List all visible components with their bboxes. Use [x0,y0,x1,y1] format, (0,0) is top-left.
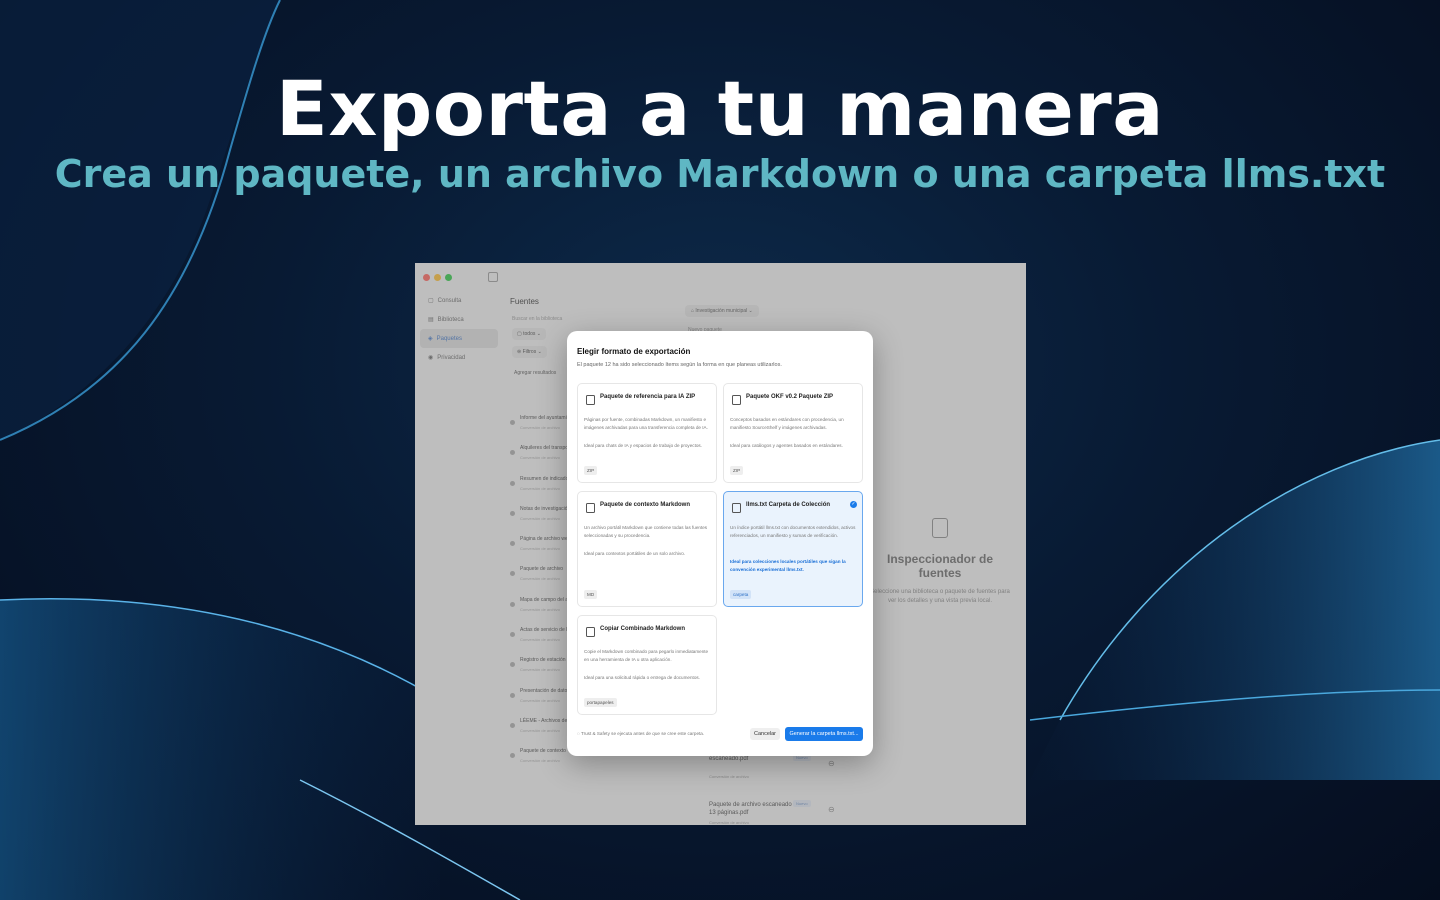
export-format-dialog: Elegir formato de exportación El paquete… [567,331,873,756]
generate-button[interactable]: Generar la carpeta llms.txt... [785,727,863,741]
document-icon [586,503,595,513]
folder-icon [732,503,741,513]
format-tag: ZIP [730,466,744,475]
option-ai-zip[interactable]: Paquete de referencia para IA ZIP Página… [577,383,717,483]
format-tag: carpeta [730,590,752,599]
shield-icon: ◌ [577,731,580,736]
package-icon [586,395,595,405]
cancel-button[interactable]: Cancelar [750,728,780,740]
option-copy-markdown[interactable]: Copiar Combinado Markdown Copie el Markd… [577,615,717,715]
dialog-subtitle: El paquete 12 ha sido seleccionado ítems… [577,362,782,368]
format-tag: MD [584,590,598,599]
checkmark-icon: ✓ [850,501,857,508]
option-markdown-context[interactable]: Paquete de contexto Markdown Un archivo … [577,491,717,607]
option-okf-zip[interactable]: Paquete OKF v0.2 Paquete ZIP Conceptos b… [723,383,863,483]
dialog-title: Elegir formato de exportación [577,347,691,356]
clipboard-icon [586,627,595,637]
option-llms-folder[interactable]: llms.txt Carpeta de Colección ✓ Un índic… [723,491,863,607]
trust-safety-note: ◌ Trust & Safety se ejecuta antes de que… [577,731,705,736]
format-tag: portapapeles [584,698,617,707]
format-tag: ZIP [584,466,598,475]
cube-icon [732,395,741,405]
hero-subtitle: Crea un paquete, un archivo Markdown o u… [54,152,1386,196]
hero-title: Exporta a tu manera [275,64,1165,153]
